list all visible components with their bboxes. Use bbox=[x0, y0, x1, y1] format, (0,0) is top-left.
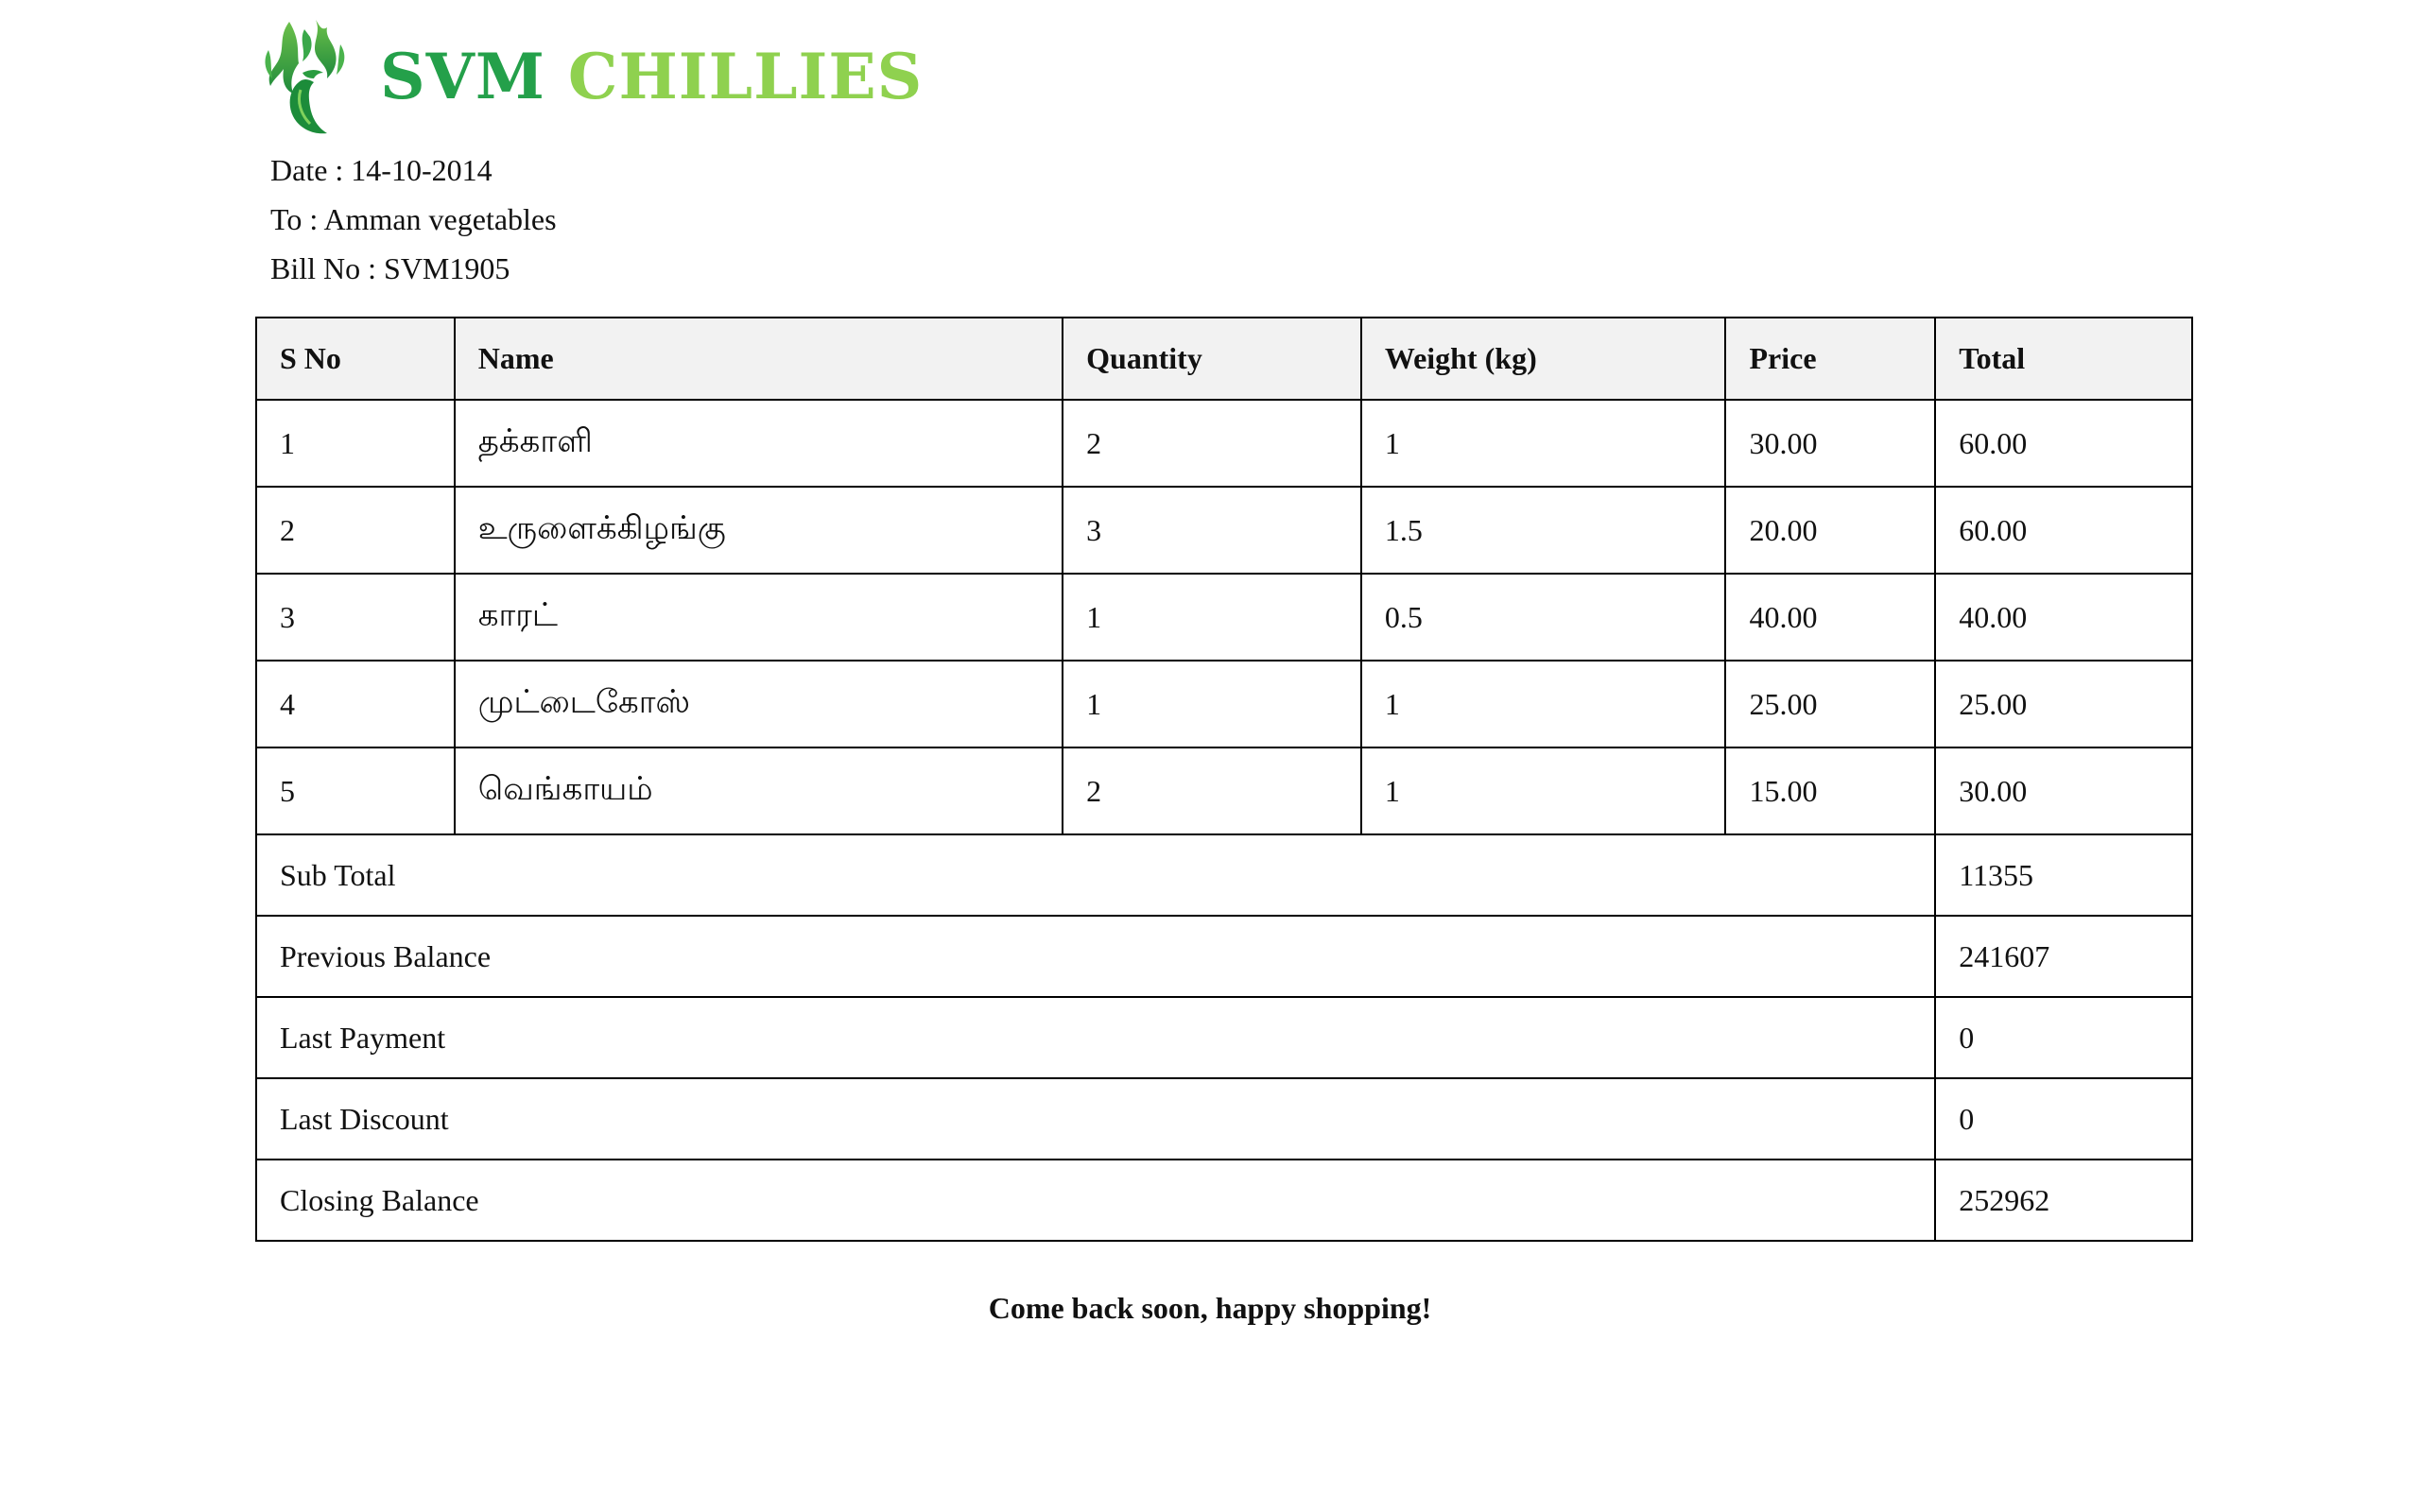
summary-row-sub-total: Sub Total 11355 bbox=[254, 833, 2193, 917]
summary-row-last-payment: Last Payment 0 bbox=[254, 996, 2193, 1079]
table-row: 5 வெங்காயம் 2 1 15.00 30.00 bbox=[255, 747, 2193, 835]
cell-weight: 0.5 bbox=[1359, 573, 1727, 662]
cell-price: 20.00 bbox=[1724, 486, 1937, 575]
summary-row-last-discount: Last Discount 0 bbox=[254, 1077, 2193, 1160]
brand-logo: SVM CHILLIES bbox=[261, 15, 923, 138]
header-price: Price bbox=[1724, 317, 1937, 401]
header-weight: Weight (kg) bbox=[1359, 317, 1727, 401]
brand-name-part2: CHILLIES bbox=[567, 40, 924, 113]
cell-name: வெங்காயம் bbox=[453, 747, 1064, 835]
table-row: 2 உருளைக்கிழங்கு 3 1.5 20.00 60.00 bbox=[255, 486, 2193, 575]
cell-price: 25.00 bbox=[1724, 660, 1937, 748]
chilli-flame-icon bbox=[265, 20, 345, 134]
bill-table: S No Name Quantity Weight (kg) Price Tot… bbox=[254, 317, 2193, 1242]
bill-recipient: To : Amman vegetables bbox=[270, 202, 557, 236]
cell-name: முட்டைகோஸ் bbox=[453, 660, 1064, 748]
cell-name: உருளைக்கிழங்கு bbox=[453, 486, 1064, 575]
table-row: 3 காரட் 1 0.5 40.00 40.00 bbox=[255, 573, 2193, 662]
cell-sno: 2 bbox=[255, 486, 456, 575]
summary-label: Last Payment bbox=[254, 996, 1937, 1079]
cell-name: தக்காளி bbox=[453, 399, 1064, 488]
cell-total: 30.00 bbox=[1934, 747, 2193, 835]
cell-quantity: 1 bbox=[1062, 660, 1362, 748]
summary-label: Sub Total bbox=[254, 833, 1937, 917]
brand-name: SVM CHILLIES bbox=[380, 45, 923, 108]
cell-sno: 4 bbox=[255, 660, 456, 748]
summary-label: Last Discount bbox=[254, 1077, 1937, 1160]
cell-quantity: 2 bbox=[1062, 399, 1362, 488]
cell-price: 30.00 bbox=[1724, 399, 1937, 488]
summary-value: 0 bbox=[1934, 996, 2193, 1079]
header-quantity: Quantity bbox=[1062, 317, 1362, 401]
table-row: 1 தக்காளி 2 1 30.00 60.00 bbox=[255, 399, 2193, 488]
cell-weight: 1.5 bbox=[1359, 486, 1727, 575]
summary-row-closing-balance: Closing Balance 252962 bbox=[254, 1159, 2193, 1242]
bill-number: Bill No : SVM1905 bbox=[270, 251, 510, 285]
footer-message: Come back soon, happy shopping! bbox=[988, 1291, 1432, 1325]
cell-total: 60.00 bbox=[1934, 399, 2193, 488]
cell-sno: 1 bbox=[255, 399, 456, 488]
cell-price: 40.00 bbox=[1724, 573, 1937, 662]
cell-name: காரட் bbox=[453, 573, 1064, 662]
bill-date: Date : 14-10-2014 bbox=[270, 153, 493, 187]
header-total: Total bbox=[1934, 317, 2193, 401]
summary-value: 241607 bbox=[1934, 915, 2193, 998]
cell-weight: 1 bbox=[1359, 747, 1727, 835]
cell-weight: 1 bbox=[1359, 399, 1727, 488]
cell-quantity: 2 bbox=[1062, 747, 1362, 835]
cell-quantity: 1 bbox=[1062, 573, 1362, 662]
cell-total: 60.00 bbox=[1934, 486, 2193, 575]
summary-value: 252962 bbox=[1934, 1159, 2193, 1242]
table-row: 4 முட்டைகோஸ் 1 1 25.00 25.00 bbox=[255, 660, 2193, 748]
brand-name-part1: SVM bbox=[380, 40, 545, 113]
summary-row-previous-balance: Previous Balance 241607 bbox=[254, 915, 2193, 998]
cell-quantity: 3 bbox=[1062, 486, 1362, 575]
cell-total: 40.00 bbox=[1934, 573, 2193, 662]
cell-price: 15.00 bbox=[1724, 747, 1937, 835]
cell-weight: 1 bbox=[1359, 660, 1727, 748]
summary-label: Previous Balance bbox=[254, 915, 1937, 998]
summary-value: 0 bbox=[1934, 1077, 2193, 1160]
header-name: Name bbox=[453, 317, 1064, 401]
cell-sno: 3 bbox=[255, 573, 456, 662]
header-sno: S No bbox=[255, 317, 456, 401]
table-header-row: S No Name Quantity Weight (kg) Price Tot… bbox=[255, 317, 2193, 401]
summary-value: 11355 bbox=[1934, 833, 2193, 917]
cell-total: 25.00 bbox=[1934, 660, 2193, 748]
cell-sno: 5 bbox=[255, 747, 456, 835]
bill-page: SVM CHILLIES Date : 14-10-2014 To : Amma… bbox=[0, 0, 2420, 1512]
bill-meta: Date : 14-10-2014 To : Amman vegetables … bbox=[270, 146, 557, 293]
summary-label: Closing Balance bbox=[254, 1159, 1937, 1242]
